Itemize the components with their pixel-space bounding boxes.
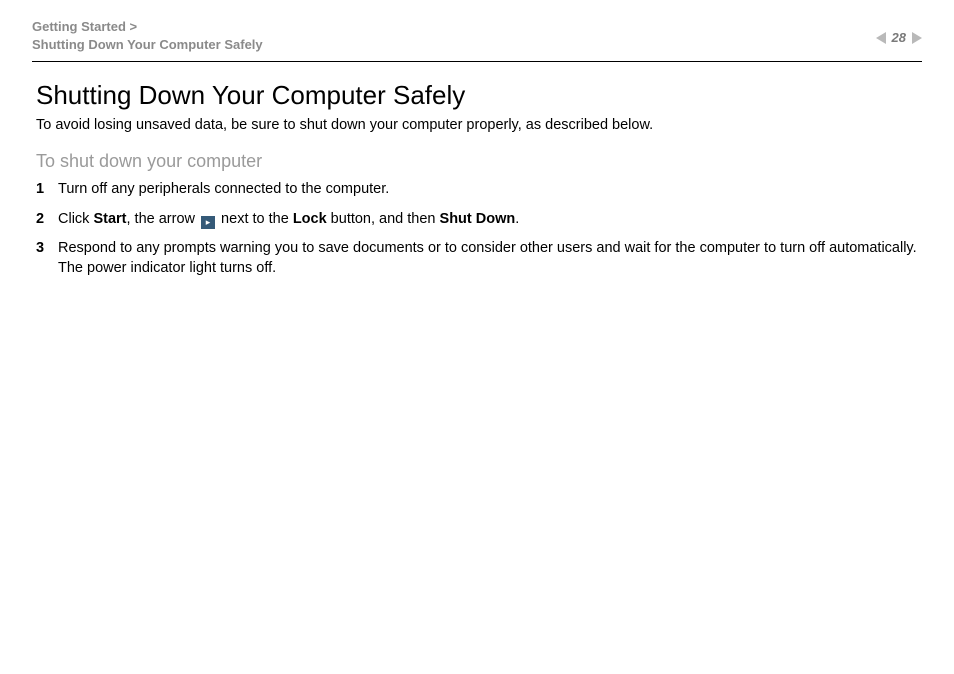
- subheading: To shut down your computer: [36, 151, 918, 172]
- step-text: Click Start, the arrow ▸ next to the Loc…: [58, 210, 918, 230]
- intro-text: To avoid losing unsaved data, be sure to…: [36, 117, 918, 133]
- breadcrumb-section: Getting Started >: [32, 18, 263, 36]
- next-page-icon[interactable]: [912, 32, 922, 44]
- step-text: Turn off any peripherals connected to th…: [58, 180, 918, 200]
- arrow-icon: ▸: [201, 216, 215, 229]
- step-item: 1 Turn off any peripherals connected to …: [36, 180, 918, 200]
- content: Shutting Down Your Computer Safely To av…: [32, 62, 922, 278]
- page-number: 28: [892, 30, 906, 45]
- step-number: 2: [36, 210, 58, 230]
- breadcrumb-page-title: Shutting Down Your Computer Safely: [32, 36, 263, 54]
- step-number: 3: [36, 239, 58, 259]
- header: Getting Started > Shutting Down Your Com…: [32, 18, 922, 61]
- step-number: 1: [36, 180, 58, 200]
- pager: 28: [876, 30, 922, 45]
- prev-page-icon[interactable]: [876, 32, 886, 44]
- breadcrumb: Getting Started > Shutting Down Your Com…: [32, 18, 263, 53]
- step-item: 2 Click Start, the arrow ▸ next to the L…: [36, 210, 918, 230]
- step-text: Respond to any prompts warning you to sa…: [58, 239, 918, 278]
- step-item: 3 Respond to any prompts warning you to …: [36, 239, 918, 278]
- steps-list: 1 Turn off any peripherals connected to …: [36, 180, 918, 278]
- page-title: Shutting Down Your Computer Safely: [36, 80, 918, 111]
